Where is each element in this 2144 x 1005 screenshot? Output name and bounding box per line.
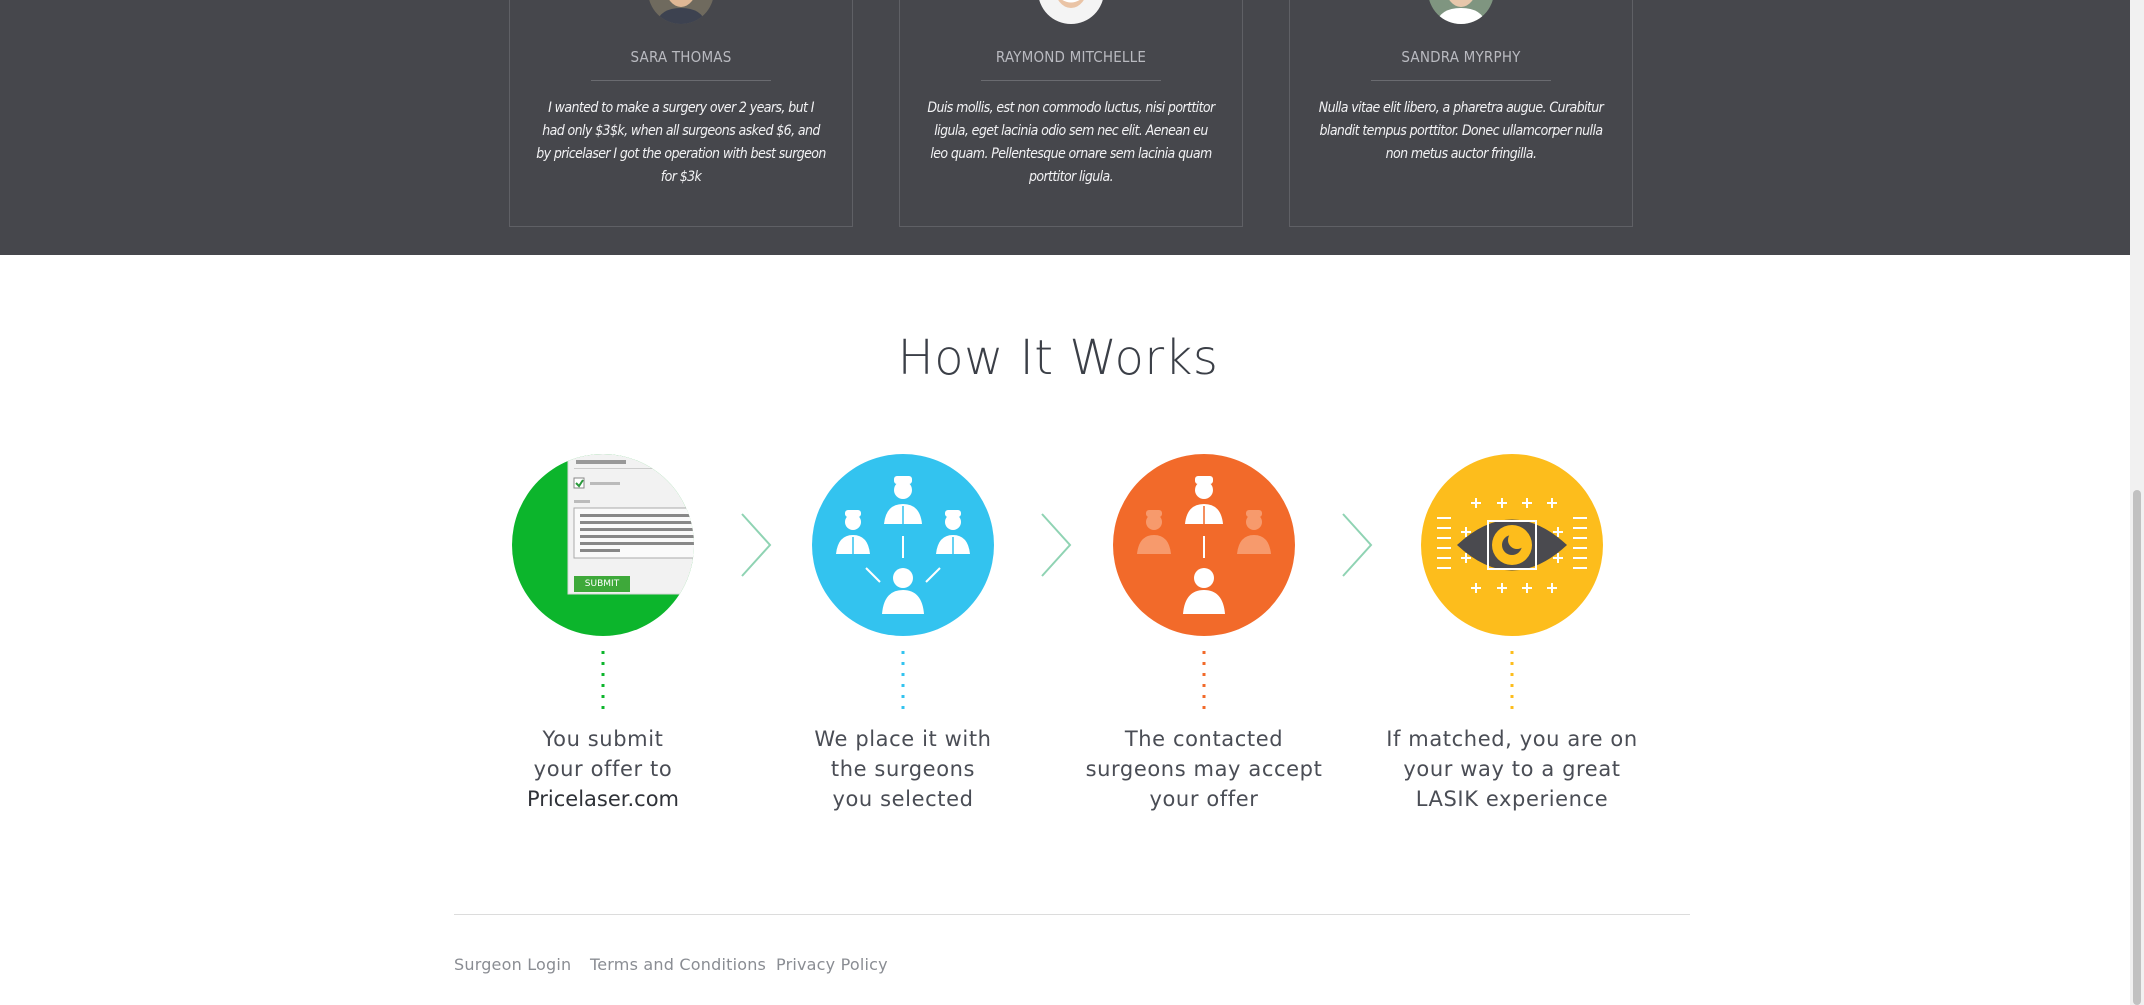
dotted-connector: [1510, 651, 1514, 713]
dotted-connector: [901, 651, 905, 713]
testimonials-section: SARA THOMAS I wanted to make a surgery o…: [0, 0, 2144, 255]
footer-divider: [454, 914, 1690, 915]
chevron-right-icon: [1342, 513, 1373, 577]
step-description: The contacted surgeons may accept your o…: [1085, 727, 1323, 811]
testimonial-name: SARA THOMAS: [630, 48, 732, 66]
testimonial-card: SARA THOMAS I wanted to make a surgery o…: [509, 0, 853, 227]
section-title: How It Works: [897, 330, 1219, 386]
testimonial-quote: I wanted to make a surgery over 2 years,…: [536, 100, 826, 185]
avatar: [1038, 0, 1104, 24]
dotted-connector: [601, 651, 605, 713]
testimonial-card: RAYMOND MITCHELLE Duis mollis, est non c…: [899, 0, 1243, 227]
divider: [591, 80, 771, 81]
surgeon-accept-icon: [1113, 454, 1295, 636]
dotted-connector: [1202, 651, 1206, 713]
terms-link[interactable]: Terms and Conditions: [590, 955, 766, 974]
chevron-right-icon: [741, 513, 772, 577]
privacy-policy-link[interactable]: Privacy Policy: [776, 955, 888, 974]
chevron-right-icon: [1041, 513, 1072, 577]
scrollbar-thumb[interactable]: [2133, 490, 2141, 1005]
surgeons-network-icon: [812, 454, 994, 636]
step-description: You submit your offer to Pricelaser.com: [473, 724, 733, 814]
testimonial-quote: Nulla vitae elit libero, a pharetra augu…: [1318, 100, 1604, 162]
brand-name: Pricelaser.com: [526, 787, 680, 811]
avatar: [1428, 0, 1494, 24]
scrollbar[interactable]: [2130, 0, 2144, 1005]
testimonial-name: SANDRA MYRPHY: [1401, 48, 1521, 66]
testimonial-quote: Duis mollis, est non commodo luctus, nis…: [927, 100, 1215, 185]
divider: [981, 80, 1161, 81]
testimonial-name: RAYMOND MITCHELLE: [995, 48, 1147, 66]
submit-label: SUBMIT: [584, 579, 620, 589]
eye-target-icon: [1421, 454, 1603, 636]
step-description: We place it with the surgeons you select…: [814, 727, 992, 811]
surgeon-login-link[interactable]: Surgeon Login: [454, 955, 571, 974]
step-description: If matched, you are on your way to a gre…: [1386, 727, 1638, 811]
testimonial-card: SANDRA MYRPHY Nulla vitae elit libero, a…: [1289, 0, 1633, 227]
avatar: [648, 0, 714, 24]
divider: [1371, 80, 1551, 81]
form-submit-icon: SUBMIT: [512, 454, 694, 636]
